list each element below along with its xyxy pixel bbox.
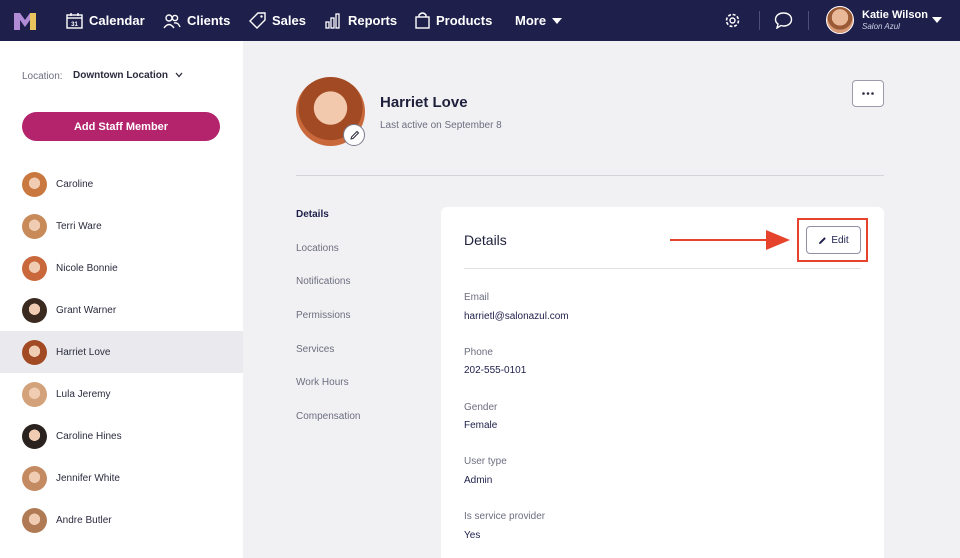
field-value: Admin	[464, 474, 493, 486]
add-staff-button[interactable]: Add Staff Member	[22, 112, 220, 141]
field-label: Phone	[464, 346, 493, 358]
bar-chart-icon	[325, 12, 340, 29]
profile-divider	[296, 175, 884, 176]
nav-products[interactable]: Products	[415, 0, 492, 41]
shopping-bag-icon	[415, 12, 430, 29]
field-label: User type	[464, 456, 507, 468]
edit-details-button[interactable]: Edit	[806, 226, 861, 254]
location-label: Location:	[22, 71, 63, 82]
staff-list-item[interactable]: Caroline Hines	[0, 415, 243, 457]
nav-more[interactable]: More	[515, 0, 563, 41]
field-value: 202-555-0101	[464, 365, 527, 377]
user-name[interactable]: Katie Wilson	[862, 9, 928, 21]
profile-subnav: Details Locations Notifications Permissions…	[296, 209, 360, 445]
staff-avatar	[22, 423, 47, 449]
nav-clients[interactable]: Clients	[163, 0, 230, 41]
gear-icon[interactable]	[723, 11, 742, 30]
subnav-item[interactable]: Notifications	[296, 276, 360, 310]
field-value: Yes	[464, 529, 481, 541]
chat-bubble-icon[interactable]	[774, 12, 793, 29]
staff-name: Caroline Hines	[56, 430, 122, 442]
top-nav: 31 Calendar Clients Sales Reports Produc…	[0, 0, 960, 41]
nav-divider	[759, 11, 760, 30]
details-title: Details	[464, 232, 507, 248]
subnav-item[interactable]: Permissions	[296, 310, 360, 344]
edit-avatar-button[interactable]	[343, 124, 365, 146]
staff-list-item[interactable]: Jennifer White	[0, 457, 243, 499]
pencil-icon	[819, 236, 827, 244]
subnav-item[interactable]: Compensation	[296, 411, 360, 445]
brand-logo-icon[interactable]	[14, 11, 36, 30]
staff-name: Harriet Love	[56, 346, 111, 358]
location-dropdown[interactable]: Downtown Location	[73, 70, 183, 81]
staff-avatar	[22, 255, 47, 281]
chevron-down-icon	[552, 17, 563, 24]
staff-name: Grant Warner	[56, 304, 117, 316]
staff-list-item[interactable]: Grant Warner	[0, 289, 243, 331]
calendar-icon: 31	[66, 13, 83, 29]
nav-divider	[808, 11, 809, 30]
staff-avatar	[22, 213, 47, 239]
nav-sales[interactable]: Sales	[249, 0, 306, 41]
nav-products-label: Products	[436, 13, 493, 28]
staff-avatar	[22, 171, 47, 197]
ellipsis-icon	[862, 92, 874, 95]
annotation-arrow-icon	[670, 230, 790, 250]
user-business: Salon Azul	[862, 22, 900, 31]
pencil-icon	[349, 130, 359, 140]
more-options-button[interactable]	[852, 80, 884, 107]
tag-icon	[249, 12, 266, 29]
staff-list-item[interactable]: Caroline	[0, 163, 243, 205]
staff-name: Nicole Bonnie	[56, 262, 118, 274]
staff-list-item[interactable]: Terri Ware	[0, 205, 243, 247]
details-divider	[464, 268, 861, 269]
calendar-day: 31	[71, 22, 78, 28]
user-avatar[interactable]	[826, 6, 854, 34]
staff-name: Terri Ware	[56, 220, 102, 232]
staff-list-item[interactable]: Andre Butler	[0, 499, 243, 541]
profile-name: Harriet Love	[380, 94, 468, 111]
subnav-item[interactable]: Services	[296, 344, 360, 378]
staff-list: Caroline Terri Ware Nicole Bonnie Grant War…	[0, 163, 243, 541]
subnav-item[interactable]: Details	[296, 209, 360, 243]
staff-name: Jennifer White	[56, 472, 120, 484]
staff-list-item[interactable]: Harriet Love	[0, 331, 243, 373]
clients-icon	[163, 13, 181, 28]
nav-reports-label: Reports	[348, 13, 398, 28]
staff-list-item[interactable]: Nicole Bonnie	[0, 247, 243, 289]
edit-label: Edit	[831, 234, 849, 246]
nav-calendar-label: Calendar	[89, 13, 145, 28]
location-value: Downtown Location	[73, 70, 168, 81]
chevron-down-icon	[175, 72, 183, 78]
field-label: Email	[464, 292, 490, 303]
staff-avatar	[22, 339, 47, 365]
last-active-text: Last active on September 8	[380, 120, 502, 131]
nav-reports[interactable]: Reports	[325, 0, 397, 41]
field-label: Gender	[464, 401, 498, 413]
staff-name: Lula Jeremy	[56, 388, 111, 400]
staff-avatar	[22, 297, 47, 323]
subnav-item[interactable]: Locations	[296, 243, 360, 277]
staff-name: Andre Butler	[56, 514, 112, 526]
staff-list-item[interactable]: Lula Jeremy	[0, 373, 243, 415]
field-value: Female	[464, 420, 498, 432]
user-menu-chevron-icon[interactable]	[932, 17, 942, 23]
nav-clients-label: Clients	[187, 13, 231, 28]
field-label: Is service provider	[464, 511, 546, 523]
subnav-item[interactable]: Work Hours	[296, 377, 360, 411]
field-value: harrietl@salonazul.com	[464, 310, 569, 322]
staff-avatar	[22, 507, 47, 533]
nav-more-label: More	[515, 13, 547, 28]
staff-avatar	[22, 465, 47, 491]
staff-name: Caroline	[56, 178, 94, 190]
nav-calendar[interactable]: 31 Calendar	[66, 0, 145, 41]
nav-sales-label: Sales	[272, 13, 306, 28]
staff-avatar	[22, 381, 47, 407]
